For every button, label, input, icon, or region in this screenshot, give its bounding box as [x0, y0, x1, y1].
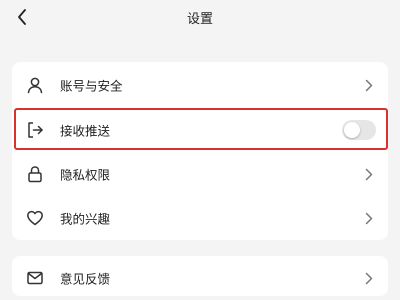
setting-row-push-notifications[interactable]: 接收推送	[12, 108, 388, 152]
chevron-right-icon	[364, 78, 374, 92]
heart-icon	[26, 209, 44, 227]
setting-label: 隐私权限	[60, 167, 111, 183]
page-title: 设置	[186, 12, 213, 27]
push-toggle[interactable]	[342, 120, 376, 140]
header-bar: 设置	[0, 0, 400, 36]
setting-row-feedback[interactable]: 意见反馈	[12, 256, 388, 300]
setting-label: 接收推送	[60, 123, 111, 139]
chevron-right-icon	[364, 167, 374, 181]
settings-card-secondary: 意见反馈	[12, 256, 388, 296]
setting-label: 账号与安全	[60, 78, 123, 94]
chevron-right-icon	[364, 211, 374, 225]
logout-arrow-icon	[26, 121, 44, 139]
setting-row-privacy[interactable]: 隐私权限	[12, 152, 388, 196]
setting-label: 意见反馈	[60, 271, 111, 287]
setting-row-interests[interactable]: 我的兴趣	[12, 196, 388, 240]
settings-card: 账号与安全 接收推送 隐私权限 我的兴趣	[12, 62, 388, 240]
setting-label: 我的兴趣	[60, 211, 111, 227]
mail-icon	[26, 269, 44, 287]
chevron-right-icon	[364, 271, 374, 285]
user-icon	[26, 76, 44, 94]
lock-icon	[26, 165, 44, 183]
toggle-knob	[344, 122, 360, 138]
setting-row-account-security[interactable]: 账号与安全	[12, 63, 388, 107]
